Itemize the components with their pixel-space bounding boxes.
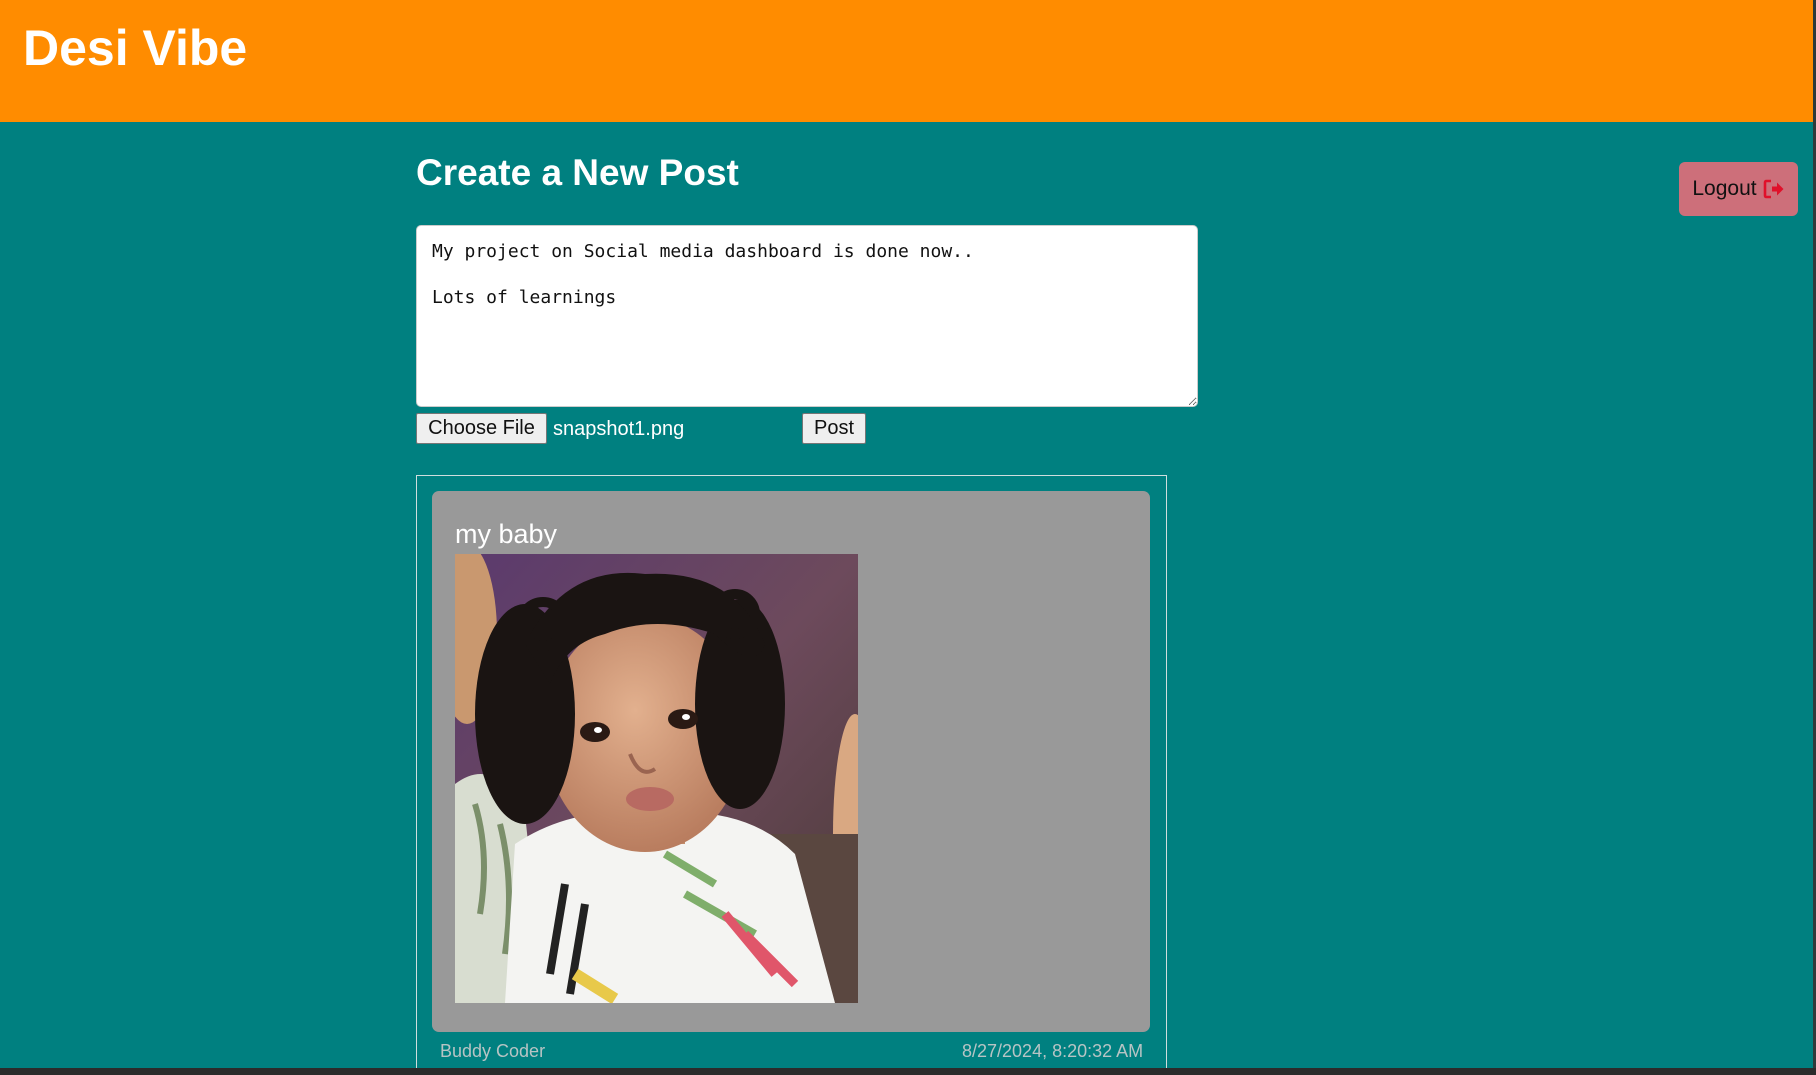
post-timestamp: 8/27/2024, 8:20:32 AM xyxy=(962,1041,1144,1061)
app-header: Desi Vibe xyxy=(0,0,1813,122)
sign-out-icon xyxy=(1763,179,1784,199)
logout-button[interactable]: Logout xyxy=(1679,162,1798,216)
logout-label: Logout xyxy=(1692,177,1757,200)
site-title: Desi Vibe xyxy=(23,20,248,76)
choose-file-button[interactable]: Choose File xyxy=(416,413,547,444)
page-title: Create a New Post xyxy=(416,152,739,193)
selected-file-name: snapshot1.png xyxy=(553,418,685,440)
post-text-input[interactable]: My project on Social media dashboard is … xyxy=(416,225,1198,407)
post-caption: my baby xyxy=(455,519,558,549)
post-author: Buddy Coder xyxy=(440,1041,546,1061)
window-bottom-edge xyxy=(0,1068,1816,1075)
post-button[interactable]: Post xyxy=(802,413,866,444)
post-photo xyxy=(455,554,858,1003)
